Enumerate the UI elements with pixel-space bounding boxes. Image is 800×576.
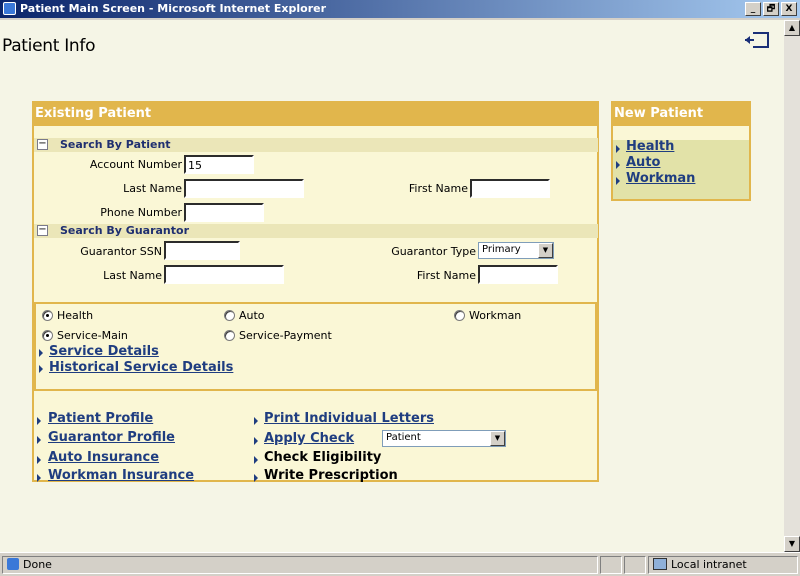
apply-check-select[interactable]: Patient ▼: [382, 430, 506, 447]
radio-workman[interactable]: Workman: [454, 309, 521, 322]
new-auto-arrow-icon: [616, 161, 620, 169]
apply-check-link[interactable]: Apply Check: [264, 431, 354, 446]
radio-service-main-label: Service-Main: [57, 329, 128, 342]
new-patient-panel: New Patient Health Auto Workman: [611, 101, 751, 201]
zone-text: Local intranet: [671, 558, 747, 571]
page-title: Patient Info: [2, 36, 96, 56]
auto-insurance-arrow-icon: [37, 456, 41, 464]
guarantor-last-name-input[interactable]: [164, 265, 284, 284]
print-individual-letters-link[interactable]: Print Individual Letters: [264, 411, 434, 426]
search-by-guarantor-header: − Search By Guarantor: [34, 224, 598, 238]
guarantor-ssn-label: Guarantor SSN: [80, 245, 162, 258]
write-prescription-text[interactable]: Write Prescription: [264, 468, 398, 483]
radio-auto-label: Auto: [239, 309, 265, 322]
check-eligibility-text[interactable]: Check Eligibility: [264, 450, 381, 465]
first-name-input[interactable]: [470, 179, 550, 198]
minimize-button[interactable]: _: [745, 2, 761, 16]
check-eligibility-arrow-icon: [254, 456, 258, 464]
radio-auto[interactable]: Auto: [224, 309, 265, 322]
new-patient-workman-link[interactable]: Workman: [626, 171, 695, 186]
status-cell-empty-2: [624, 556, 646, 574]
radio-auto-dot[interactable]: [224, 310, 235, 321]
radio-workman-label: Workman: [469, 309, 522, 322]
window-title: Patient Main Screen - Microsoft Internet…: [20, 2, 327, 15]
restore-button[interactable]: 🗗: [763, 2, 779, 16]
collapse-guarantor-search-icon[interactable]: −: [37, 225, 48, 236]
guarantor-ssn-input[interactable]: [164, 241, 240, 260]
radio-workman-dot[interactable]: [454, 310, 465, 321]
account-number-label: Account Number: [89, 158, 182, 171]
radio-service-main-dot[interactable]: [42, 330, 53, 341]
page-done-icon: [7, 558, 19, 570]
last-name-label: Last Name: [123, 182, 182, 195]
radio-health[interactable]: Health: [42, 309, 93, 322]
guarantor-type-value: Primary: [482, 244, 521, 255]
write-prescription-arrow-icon: [254, 474, 258, 482]
radio-health-dot[interactable]: [42, 310, 53, 321]
ie-icon: [3, 2, 16, 15]
apply-check-select-value: Patient: [386, 432, 421, 443]
historical-service-details-link[interactable]: Historical Service Details: [49, 360, 233, 375]
print-letters-arrow-icon: [254, 417, 258, 425]
guarantor-first-name-label: First Name: [416, 269, 476, 282]
first-name-label: First Name: [408, 182, 468, 195]
close-button[interactable]: X: [781, 2, 797, 16]
guarantor-profile-link[interactable]: Guarantor Profile: [48, 430, 175, 445]
phone-number-label: Phone Number: [100, 206, 182, 219]
auto-insurance-link[interactable]: Auto Insurance: [48, 450, 159, 465]
service-details-link[interactable]: Service Details: [49, 344, 159, 359]
guarantor-type-select[interactable]: Primary ▼: [478, 242, 554, 259]
existing-patient-header: Existing Patient: [34, 103, 597, 126]
workman-insurance-arrow-icon: [37, 474, 41, 482]
radio-service-main[interactable]: Service-Main: [42, 329, 128, 342]
exit-icon[interactable]: [745, 32, 769, 48]
existing-patient-panel: Existing Patient − Search By Patient Acc…: [32, 101, 599, 483]
status-cell-empty-1: [600, 556, 622, 574]
service-details-arrow-icon: [39, 349, 43, 357]
radio-health-label: Health: [57, 309, 94, 322]
guarantor-type-label: Guarantor Type: [391, 245, 476, 258]
guarantor-first-name-input[interactable]: [478, 265, 558, 284]
scroll-up-icon[interactable]: ▲: [784, 20, 800, 36]
patient-profile-link[interactable]: Patient Profile: [48, 411, 153, 426]
phone-number-input[interactable]: [184, 203, 264, 222]
radio-service-payment-label: Service-Payment: [239, 329, 332, 342]
guarantor-profile-arrow-icon: [37, 436, 41, 444]
workman-insurance-link[interactable]: Workman Insurance: [48, 468, 194, 483]
page-content: Patient Info Existing Patient − Search B…: [0, 20, 784, 552]
guarantor-last-name-label: Last Name: [103, 269, 162, 282]
radio-service-payment-dot[interactable]: [224, 330, 235, 341]
new-health-arrow-icon: [616, 145, 620, 153]
chevron-down-icon[interactable]: ▼: [538, 243, 553, 258]
window-titlebar: Patient Main Screen - Microsoft Internet…: [0, 0, 800, 18]
last-name-input[interactable]: [184, 179, 304, 198]
chevron-down-icon[interactable]: ▼: [490, 431, 505, 446]
vertical-scrollbar[interactable]: ▲ ▼: [784, 20, 800, 552]
account-number-input[interactable]: 15: [184, 155, 254, 174]
apply-check-arrow-icon: [254, 437, 258, 445]
status-text: Done: [23, 558, 52, 571]
search-by-guarantor-title: Search By Guarantor: [60, 224, 189, 237]
radio-service-payment[interactable]: Service-Payment: [224, 329, 332, 342]
service-options-box: Health Auto Workman Service-Main Service…: [34, 302, 597, 391]
search-by-patient-title: Search By Patient: [60, 138, 171, 151]
status-bar: Done Local intranet: [0, 552, 800, 576]
intranet-icon: [653, 558, 667, 570]
new-patient-auto-link[interactable]: Auto: [626, 155, 660, 170]
status-done: Done: [2, 556, 598, 574]
scroll-down-icon[interactable]: ▼: [784, 536, 800, 552]
search-by-patient-header: − Search By Patient: [34, 138, 598, 152]
new-workman-arrow-icon: [616, 177, 620, 185]
collapse-patient-search-icon[interactable]: −: [37, 139, 48, 150]
historical-service-arrow-icon: [39, 365, 43, 373]
new-patient-health-link[interactable]: Health: [626, 139, 674, 154]
status-zone: Local intranet: [648, 556, 798, 574]
new-patient-header: New Patient: [613, 103, 749, 126]
patient-profile-arrow-icon: [37, 417, 41, 425]
